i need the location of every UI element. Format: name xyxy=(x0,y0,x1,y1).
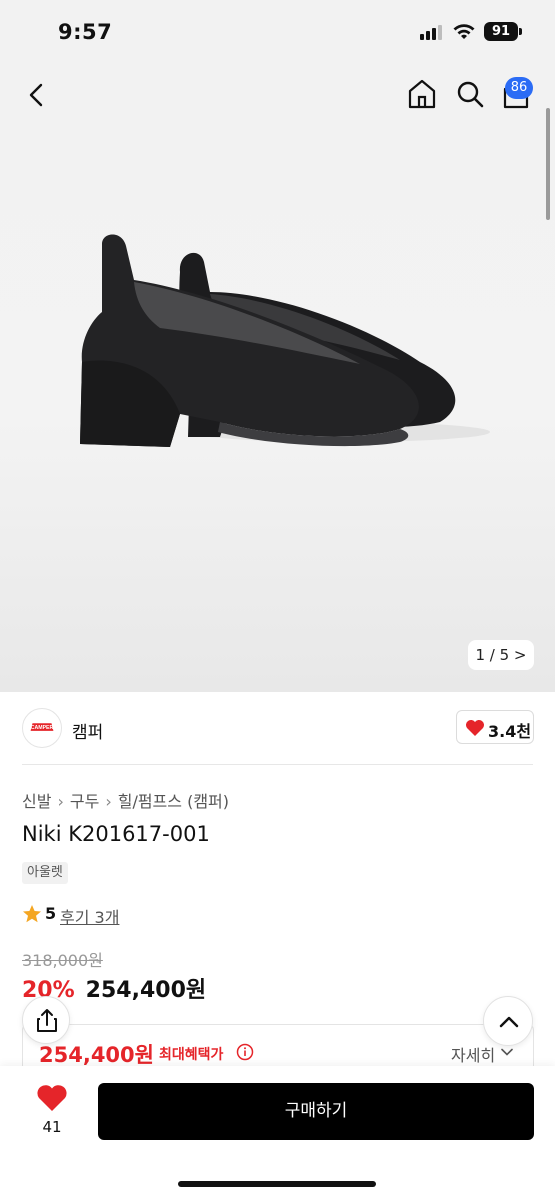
star-icon xyxy=(23,905,41,923)
brand-row[interactable]: CAMPER 캠퍼 3.4천 xyxy=(0,692,555,766)
status-bar: 9:57 91 xyxy=(0,0,555,60)
wifi-icon xyxy=(453,24,475,39)
chevron-down-icon[interactable] xyxy=(500,1045,514,1059)
back-arrow-icon[interactable] xyxy=(20,78,54,112)
brand-like-button[interactable]: 3.4천 xyxy=(456,710,534,744)
search-icon[interactable] xyxy=(452,76,488,112)
chevron-right-icon: › xyxy=(105,792,112,811)
chevron-up-icon xyxy=(499,1016,519,1028)
breadcrumb-item[interactable]: 신발 xyxy=(22,792,51,811)
divider xyxy=(22,764,533,765)
camper-logo[interactable]: CAMPER xyxy=(22,708,62,748)
chevron-right-icon: › xyxy=(57,792,64,811)
scroll-to-top-button[interactable] xyxy=(483,996,533,1046)
breadcrumb: 신발 › 구두 › 힐/펌프스 (캠퍼) xyxy=(22,788,229,812)
breadcrumb-item[interactable]: 힐/펌프스 (캠퍼) xyxy=(118,792,229,811)
outlet-tag: 아울렛 xyxy=(22,862,68,884)
heart-icon xyxy=(466,720,484,736)
original-price: 318,000원 xyxy=(22,951,103,970)
svg-text:CAMPER: CAMPER xyxy=(31,725,54,731)
sale-price: 254,400원 xyxy=(85,978,207,1003)
breadcrumb-item[interactable]: 구두 xyxy=(70,792,99,811)
product-title: Niki K201617-001 xyxy=(22,822,210,846)
brand-name[interactable]: 캠퍼 xyxy=(72,718,103,743)
share-icon xyxy=(37,1009,57,1032)
image-pager[interactable]: 1 / 5 > xyxy=(468,640,534,670)
battery-icon: 91 xyxy=(484,22,518,41)
share-button[interactable] xyxy=(22,996,70,1044)
cart-count-badge: 86 xyxy=(505,77,533,99)
home-indicator xyxy=(178,1181,376,1187)
scroll-indicator xyxy=(546,108,550,220)
bottom-action-bar: 41 구매하기 xyxy=(0,1066,555,1200)
rating-score: 5 xyxy=(45,904,57,923)
reviews-link[interactable]: 후기 3개 xyxy=(60,904,119,928)
heart-icon xyxy=(37,1085,67,1111)
brand-like-count: 3.4천 xyxy=(488,722,532,741)
max-benefit-label: 최대혜택가 xyxy=(159,1047,224,1063)
info-icon[interactable] xyxy=(236,1043,254,1061)
home-icon[interactable] xyxy=(404,76,440,112)
product-gallery[interactable]: 9:57 91 86 1 / 5 > xyxy=(0,0,555,692)
cellular-signal-icon xyxy=(420,24,446,40)
wishlist-button[interactable]: 41 xyxy=(34,1084,70,1144)
buy-button[interactable]: 구매하기 xyxy=(98,1083,534,1140)
product-image[interactable] xyxy=(70,232,490,462)
status-time: 9:57 xyxy=(58,20,113,44)
battery-tip xyxy=(519,28,522,35)
wishlist-count: 41 xyxy=(42,1118,62,1136)
max-benefit-box[interactable]: 254,400원 최대혜택가 자세히 xyxy=(22,1024,534,1068)
